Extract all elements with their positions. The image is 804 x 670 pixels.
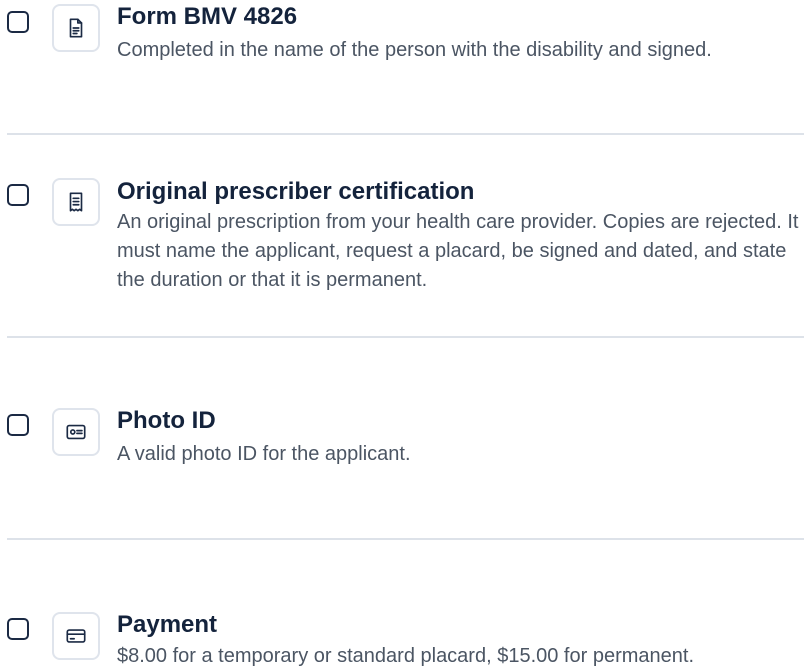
checkbox[interactable] (7, 414, 29, 436)
checkbox[interactable] (7, 618, 29, 640)
item-description: Completed in the name of the person with… (117, 39, 712, 61)
item-title: Original prescriber certification (117, 178, 475, 205)
document-checklist: Form BMV 4826 Completed in the name of t… (0, 0, 804, 670)
checkbox[interactable] (7, 11, 29, 33)
credit-card-icon (52, 612, 100, 660)
item-description: An original prescription from your healt… (117, 211, 799, 291)
divider (7, 133, 804, 135)
item-description: A valid photo ID for the applicant. (117, 443, 411, 465)
item-title: Payment (117, 611, 218, 638)
checkbox[interactable] (7, 184, 29, 206)
divider (7, 538, 804, 540)
id-card-icon (52, 408, 100, 456)
item-title: Photo ID (117, 407, 216, 434)
document-icon (52, 4, 100, 52)
item-title: Form BMV 4826 (117, 3, 298, 30)
receipt-icon (52, 178, 100, 226)
item-description: $8.00 for a temporary or standard placar… (117, 645, 695, 667)
divider (7, 336, 804, 338)
